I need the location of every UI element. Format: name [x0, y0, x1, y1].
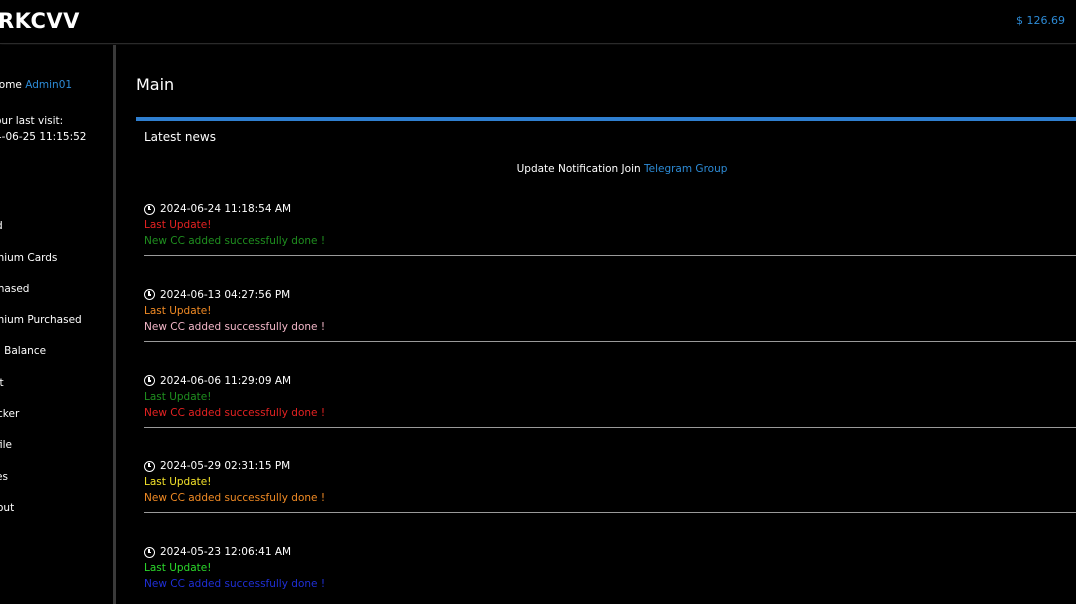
news-timestamp: 2024-05-29 02:31:15 PM: [144, 460, 290, 472]
sidebar-item-8[interactable]: file: [0, 437, 114, 468]
news-divider: [144, 255, 1076, 256]
sidebar-item-0[interactable]: n: [0, 187, 114, 218]
news-divider: [144, 426, 1076, 428]
news-message: New CC added successfully done !: [144, 235, 326, 247]
news-timestamp: 2024-06-24 11:18:54 AM: [144, 203, 291, 215]
news-item: 2024-06-06 11:29:09 AM Last Update! New CC…: [144, 375, 1076, 461]
sidebar-item-3[interactable]: chased: [0, 281, 114, 312]
news-message: New CC added successfully done !: [144, 406, 326, 419]
brand-logo[interactable]: RKCVV: [0, 9, 80, 33]
page-title: Main: [136, 75, 175, 94]
sidebar-item-label: mium Purchased: [0, 314, 82, 327]
clock-icon: [144, 203, 155, 215]
sidebar-item-label: out: [0, 501, 15, 514]
clock-icon: [144, 289, 155, 301]
news-timestamp-text: 2024-06-13 04:27:56 PM: [160, 288, 291, 301]
news-status: Last Update!: [144, 219, 212, 231]
news-timestamp: 2024-06-13 04:27:56 PM: [144, 289, 290, 301]
notice-text: Update Notification Join: [516, 163, 644, 175]
news-item: 2024-05-29 02:31:15 PM Last Update! New CC…: [144, 460, 1076, 546]
sidebar-item-10[interactable]: out: [0, 500, 114, 531]
clock-icon: [144, 375, 155, 387]
news-timestamp: 2024-06-06 11:29:09 AM: [144, 375, 291, 387]
sidebar-item-label: es: [0, 470, 8, 483]
news-status: Last Update!: [144, 304, 212, 317]
news-message: New CC added successfully done !: [144, 320, 326, 333]
card-top-accent: [136, 117, 1076, 121]
balance-display[interactable]: $ 126.69: [1016, 14, 1065, 27]
last-visit-value: 4-06-25 11:15:52: [0, 131, 87, 143]
sidebar-item-label: et: [0, 376, 4, 389]
news-divider: [144, 512, 1076, 514]
news-timestamp: 2024-05-23 12:06:41 AM: [144, 546, 291, 558]
sidebar-item-label: file: [0, 439, 12, 452]
last-visit-info: our last visit: 4-06-25 11:15:52: [0, 113, 86, 145]
card-title: Latest news: [144, 130, 216, 144]
sidebar-item-6[interactable]: et: [0, 375, 114, 406]
news-message: New CC added successfully done !: [144, 578, 326, 591]
news-timestamp-text: 2024-05-23 12:06:41 AM: [160, 546, 292, 559]
news-item: 2024-06-24 11:18:54 AM Last Update! New CC…: [144, 203, 1076, 289]
news-timestamp-text: 2024-05-29 02:31:15 PM: [160, 460, 291, 473]
welcome-text: come Admin01: [0, 79, 72, 91]
top-bar: RKCVV $ 126.69: [0, 0, 1076, 44]
welcome-prefix: come: [0, 79, 22, 91]
sidebar-item-label: mium Cards: [0, 251, 58, 264]
news-timestamp-text: 2024-06-24 11:18:54 AM: [160, 203, 292, 215]
update-notification: Update Notification Join Telegram Group: [116, 163, 1076, 175]
sidebar: come Admin01 our last visit: 4-06-25 11:…: [0, 45, 114, 604]
sidebar-item-label: ll Balance: [0, 345, 47, 358]
sidebar-item-9[interactable]: es: [0, 469, 114, 500]
welcome-username-link[interactable]: Admin01: [25, 79, 72, 91]
news-message: New CC added successfully done !: [144, 492, 326, 505]
news-item: 2024-05-23 12:06:41 AM Last Update! New CC…: [144, 546, 1076, 604]
news-status: Last Update!: [144, 476, 212, 489]
sidebar-item-label: chased: [0, 282, 30, 295]
last-visit-label: our last visit:: [0, 115, 64, 127]
sidebar-item-2[interactable]: mium Cards: [0, 250, 114, 281]
sidebar-item-7[interactable]: cker: [0, 406, 114, 437]
main-content: Main Latest news Update Notification Joi…: [116, 45, 1076, 604]
news-timestamp-text: 2024-06-06 11:29:09 AM: [160, 374, 292, 387]
sidebar-item-label: cker: [0, 408, 20, 421]
clock-icon: [144, 460, 155, 472]
clock-icon: [144, 546, 155, 558]
news-status: Last Update!: [144, 562, 212, 575]
sidebar-item-4[interactable]: mium Purchased: [0, 312, 114, 343]
sidebar-item-label: n: [0, 189, 1, 201]
sidebar-item-5[interactable]: ll Balance: [0, 343, 114, 374]
news-status: Last Update!: [144, 390, 212, 403]
news-list: 2024-06-24 11:18:54 AM Last Update! New CC…: [144, 203, 1076, 604]
sidebar-item-label: d: [0, 220, 3, 232]
telegram-group-link[interactable]: Telegram Group: [644, 163, 727, 175]
news-divider: [144, 340, 1076, 342]
sidebar-nav: n d mium Cards chased mium Purchased ll Balan…: [0, 187, 114, 531]
news-item: 2024-06-13 04:27:56 PM Last Update! New CC…: [144, 289, 1076, 375]
sidebar-item-1[interactable]: d: [0, 218, 114, 249]
